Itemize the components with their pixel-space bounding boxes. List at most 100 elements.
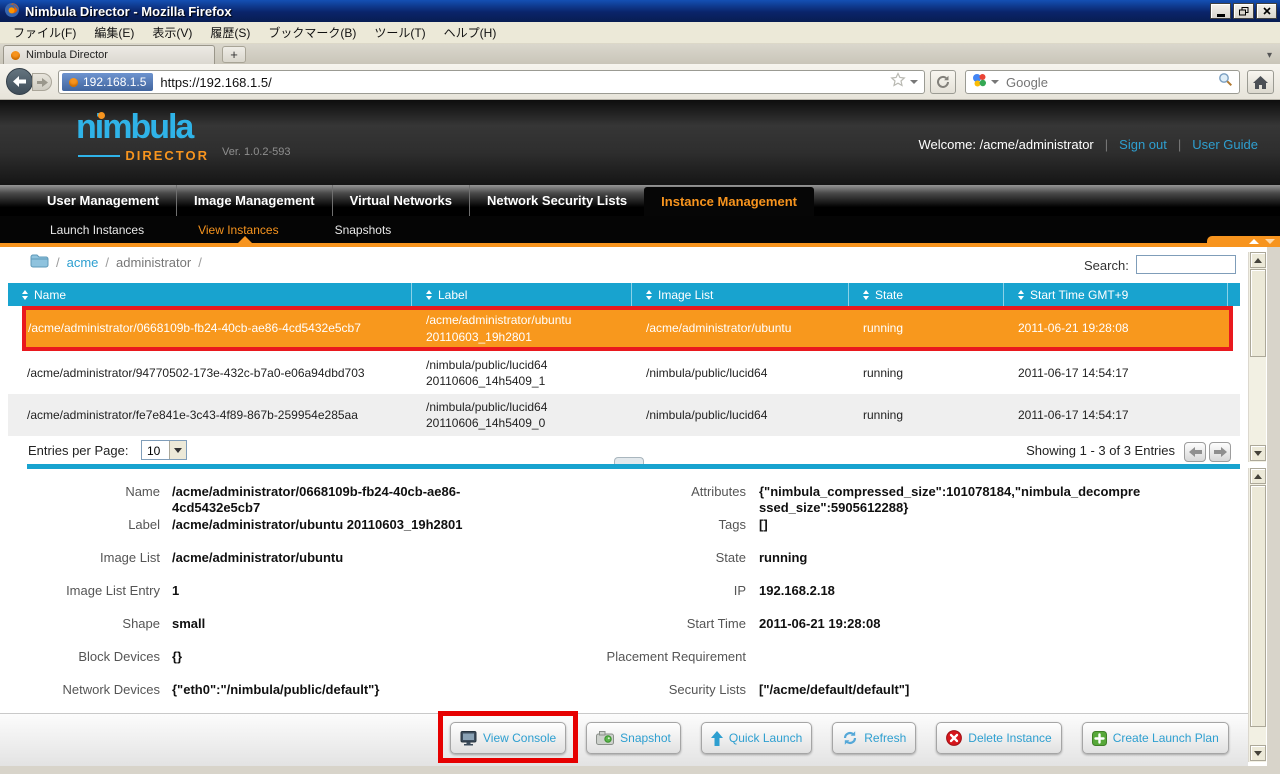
site-identity-button[interactable]: 192.168.1.5 [62,73,153,91]
column-header-start-time[interactable]: Start Time GMT+9 [1004,283,1228,306]
next-page-button[interactable] [1209,442,1231,462]
details-scrollbar[interactable] [1248,468,1266,762]
tab-instance-management[interactable]: Instance Management [644,187,814,216]
browser-tab[interactable]: Nimbula Director [3,45,215,64]
scroll-up-icon[interactable] [1250,468,1266,484]
url-dropdown-icon[interactable] [910,80,918,84]
detail-value-security-lists: ["/acme/default/default"] [759,682,1159,698]
bookmark-star-icon[interactable] [890,72,906,93]
collapse-panel-icon[interactable] [1207,236,1280,247]
google-icon[interactable] [972,73,986,92]
launch-arrow-icon [711,731,723,746]
folder-icon[interactable] [30,254,49,271]
select-dropdown-icon[interactable] [169,441,186,459]
home-button[interactable] [1247,70,1274,94]
plus-icon [1092,731,1107,746]
detail-label: Security Lists [556,682,746,698]
snapshot-button[interactable]: Snapshot [586,722,681,754]
monitor-icon [460,731,477,746]
tab-virtual-networks[interactable]: Virtual Networks [332,185,469,216]
sign-out-link[interactable]: Sign out [1119,137,1167,152]
detail-value-block-devices: {} [172,649,612,665]
column-header-label[interactable]: Label [412,283,632,306]
menu-help[interactable]: ヘルプ(H) [435,22,506,43]
title-bar: Nimbula Director - Mozilla Firefox [0,0,1280,22]
scrollbar-thumb[interactable] [1250,269,1266,357]
identity-domain: 192.168.1.5 [83,75,146,89]
entries-per-page-label: Entries per Page: [28,443,128,458]
sort-icon [22,290,28,300]
web-search-box[interactable] [965,70,1240,94]
table-header: Name Label Image List State Start Time G… [8,283,1240,306]
create-launch-plan-button[interactable]: Create Launch Plan [1082,722,1229,754]
table-row[interactable]: /acme/administrator/fe7e841e-3c43-4f89-8… [8,394,1240,436]
menu-bar: ファイル(F) 編集(E) 表示(V) 履歴(S) ブックマーク(B) ツール(… [0,22,1280,44]
subtab-snapshots[interactable]: Snapshots [335,223,392,237]
entries-per-page-select[interactable]: 10 [141,440,187,460]
home-icon [1252,75,1269,90]
firefox-icon [4,2,20,21]
scroll-down-icon[interactable] [1250,445,1266,461]
menu-file[interactable]: ファイル(F) [4,22,85,43]
tab-title: Nimbula Director [26,49,108,61]
breadcrumb-acme-link[interactable]: acme [67,255,99,270]
column-header-name[interactable]: Name [8,283,412,306]
url-text[interactable]: https://192.168.1.5/ [160,75,890,90]
subtab-view-instances[interactable]: View Instances [198,223,279,237]
quick-launch-button[interactable]: Quick Launch [701,722,812,754]
url-bar[interactable]: 192.168.1.5 https://192.168.1.5/ [58,70,925,94]
detail-label: Tags [556,517,746,533]
forward-button[interactable] [32,73,52,91]
table-scrollbar[interactable] [1248,252,1266,462]
detail-label: IP [556,583,746,599]
splitter-bar[interactable] [27,464,1240,469]
back-button[interactable] [6,68,33,95]
sort-icon [863,290,869,300]
tab-user-management[interactable]: User Management [30,185,176,216]
refresh-button[interactable]: Refresh [832,722,916,754]
detail-value-start-time: 2011-06-21 19:28:08 [759,616,1159,632]
column-header-state[interactable]: State [849,283,1004,306]
user-guide-link[interactable]: User Guide [1192,137,1258,152]
new-tab-button[interactable]: + [222,46,246,63]
navigation-toolbar: 192.168.1.5 https://192.168.1.5/ [0,64,1280,100]
search-engine-dropdown-icon[interactable] [991,80,999,84]
table-row[interactable]: /acme/administrator/94770502-173e-432c-b… [8,352,1240,394]
window-right-edge [1267,247,1280,766]
restore-icon[interactable] [1233,3,1254,19]
view-console-button[interactable]: View Console [450,722,566,754]
magnifier-icon[interactable] [1218,72,1233,92]
favicon-orange-dot [11,51,20,60]
menu-view[interactable]: 表示(V) [143,22,201,43]
tab-network-security-lists[interactable]: Network Security Lists [469,185,644,216]
scroll-down-icon[interactable] [1250,745,1266,761]
list-all-tabs-icon[interactable]: ▾ [1267,50,1272,61]
previous-page-button[interactable] [1184,442,1206,462]
detail-label: Attributes [556,484,746,500]
detail-label: Label [20,517,160,533]
menu-history[interactable]: 履歴(S) [201,22,259,43]
tab-image-management[interactable]: Image Management [176,185,332,216]
detail-label: Start Time [556,616,746,632]
close-icon[interactable] [1256,3,1277,19]
showing-entries-text: Showing 1 - 3 of 3 Entries [1026,443,1175,458]
menu-bookmarks[interactable]: ブックマーク(B) [259,22,365,43]
page-content: nimbula DIRECTOR Ver. 1.0.2-593 Welcome:… [0,100,1280,774]
menu-tools[interactable]: ツール(T) [365,22,434,43]
column-header-image-list[interactable]: Image List [632,283,849,306]
minimize-icon[interactable] [1210,3,1231,19]
delete-instance-button[interactable]: Delete Instance [936,722,1061,754]
scrollbar-thumb[interactable] [1250,485,1266,727]
reload-button[interactable] [930,70,956,94]
search-input[interactable] [1136,255,1236,274]
scroll-up-icon[interactable] [1250,252,1266,268]
browser-window: Nimbula Director - Mozilla Firefox ファイル(… [0,0,1280,774]
table-row[interactable]: /acme/administrator/0668109b-fb24-40cb-a… [26,310,1229,347]
logo-underline [78,155,120,157]
detail-label: Network Devices [20,682,160,698]
logo-subtitle: DIRECTOR [125,148,209,163]
subtab-launch-instances[interactable]: Launch Instances [50,223,144,237]
web-search-input[interactable] [1004,74,1213,91]
detail-label: Block Devices [20,649,160,665]
menu-edit[interactable]: 編集(E) [85,22,143,43]
